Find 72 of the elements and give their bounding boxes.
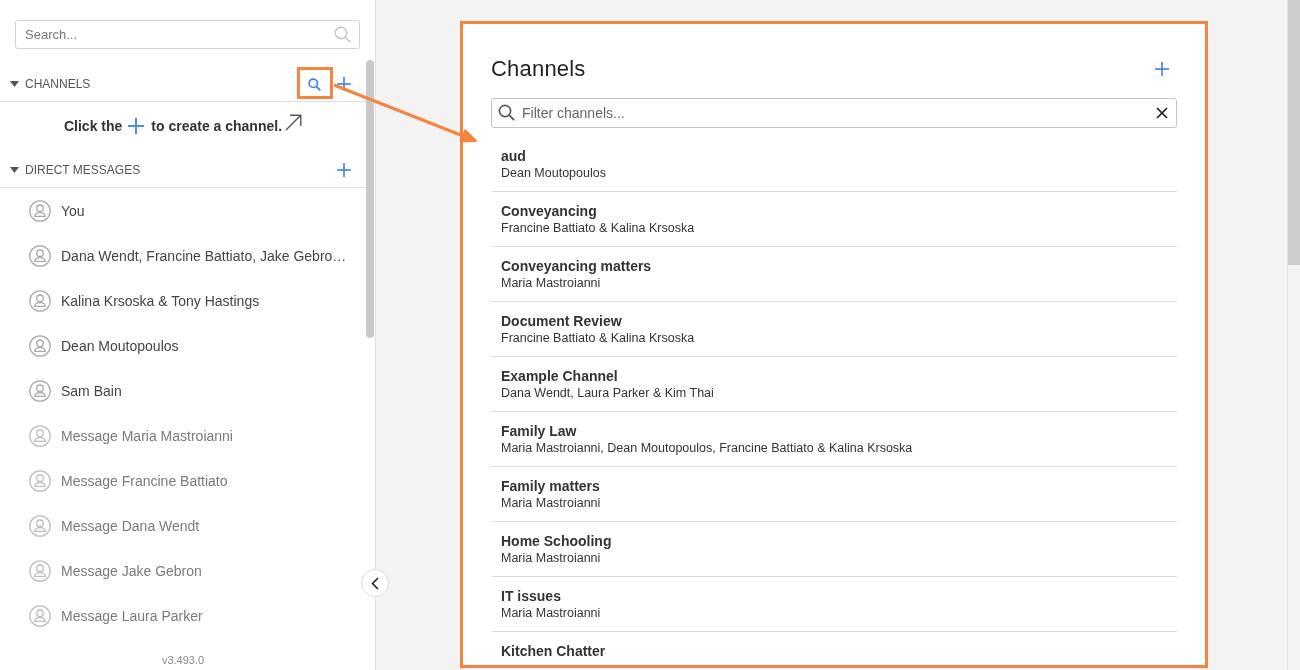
channel-item[interactable]: Conveyancing matters Maria Mastroianni [491,247,1177,302]
conversation-item[interactable]: Message Dana Wendt [0,503,204,548]
hint-text: to create a channel. [151,118,283,134]
channel-item[interactable]: Example Channel Dana Wendt, Laura Parker & Kim Thai [491,357,1177,412]
channel-members: Francine Battiato & Kalina Krsoska [501,220,695,237]
avatar-icon [29,514,51,537]
avatar-icon [29,604,51,627]
diagonal-arrow-icon [285,113,303,131]
channel-name: Family matters [501,477,600,495]
channel-name: Home Schooling [501,532,612,550]
conversation-item[interactable]: Kalina Krsoska & Tony Hastings [0,278,264,323]
plus-icon[interactable] [1155,62,1169,76]
avatar-icon [29,199,51,222]
conversation-item[interactable]: Dean Moutopoulos [0,323,183,368]
plus-icon[interactable] [337,77,351,91]
channel-item[interactable]: IT issues Maria Mastroianni [491,577,1177,632]
close-icon[interactable] [1156,107,1168,119]
conversation-item[interactable]: Dana Wendt, Francine Battiato, Jake Gebro… [0,233,351,278]
channel-name: aud [501,147,526,165]
channel-name: Document Review [501,312,622,330]
channel-members: Dean Moutopoulos [501,165,606,182]
channel-item[interactable]: Conveyancing Francine Battiato & Kalina Krsoska [491,192,1177,247]
scrollbar-thumb[interactable] [366,60,374,338]
channel-item[interactable]: Family Law Maria Mastroianni, Dean Moutopoulos, Francine Battiato & Kalina Krsoska [491,412,1177,467]
plus-icon [128,118,145,134]
caret-icon[interactable] [10,81,19,87]
avatar-icon [29,334,51,357]
conversation-item[interactable]: Message Jake Gebron [0,548,206,593]
avatar-icon [29,289,51,312]
filter-field[interactable]: Filter channels... [491,98,1177,128]
avatar-icon [29,559,51,582]
caret-icon[interactable] [10,167,19,173]
section-title: DIRECT MESSAGES [25,163,142,177]
conversation-item[interactable]: Sam Bain [0,368,126,413]
conversation-item[interactable]: You [0,188,89,233]
chevron-left-icon [371,576,379,590]
panel-title: Channels [491,56,586,82]
avatar-icon [29,469,51,492]
conversation-item[interactable]: Message Maria Mastroianni [0,413,237,458]
channel-item[interactable]: Home Schooling Maria Mastroianni [491,522,1177,577]
channel-members: Maria Mastroianni [501,275,601,292]
channel-members: Maria Mastroianni [501,495,601,512]
channel-members: Maria Mastroianni [501,605,601,622]
channel-name: Family Law [501,422,577,440]
channel-item[interactable]: Kitchen Chatter [491,632,1177,665]
channel-name: Conveyancing matters [501,257,652,275]
avatar-icon [29,424,51,447]
search-icon[interactable] [308,77,321,91]
channel-members: Francine Battiato & Kalina Krsoska [501,330,695,347]
channel-members: Maria Mastroianni, Dean Moutopoulos, Francine Battiato & Kalina Krsoska [501,440,913,457]
version-label: v3.493.0 [161,653,205,667]
search-icon [334,26,351,43]
channel-members: Maria Mastroianni [501,550,601,567]
plus-icon[interactable] [337,163,351,177]
search-field[interactable]: Search... [15,20,360,49]
section-title: CHANNELS [25,77,92,91]
conversation-item[interactable]: Message Francine Battiato [0,458,232,503]
channel-name: Example Channel [501,367,618,385]
conversation-item[interactable]: Message Laura Parker [0,593,207,638]
channel-item[interactable]: Family matters Maria Mastroianni [491,467,1177,522]
hint-text: Click the [63,118,123,134]
highlight-box [297,67,333,99]
scrollbar-thumb[interactable] [1288,0,1300,265]
search-icon [498,104,515,121]
channel-item[interactable]: aud Dean Moutopoulos [491,137,1177,192]
channel-item[interactable]: Document Review Francine Battiato & Kalina Krsoska [491,302,1177,357]
channel-name: Kitchen Chatter [501,642,606,660]
channel-name: IT issues [501,587,561,605]
avatar-icon [29,244,51,267]
channel-members: Dana Wendt, Laura Parker & Kim Thai [501,385,714,402]
channel-name: Conveyancing [501,202,597,220]
avatar-icon [29,379,51,402]
